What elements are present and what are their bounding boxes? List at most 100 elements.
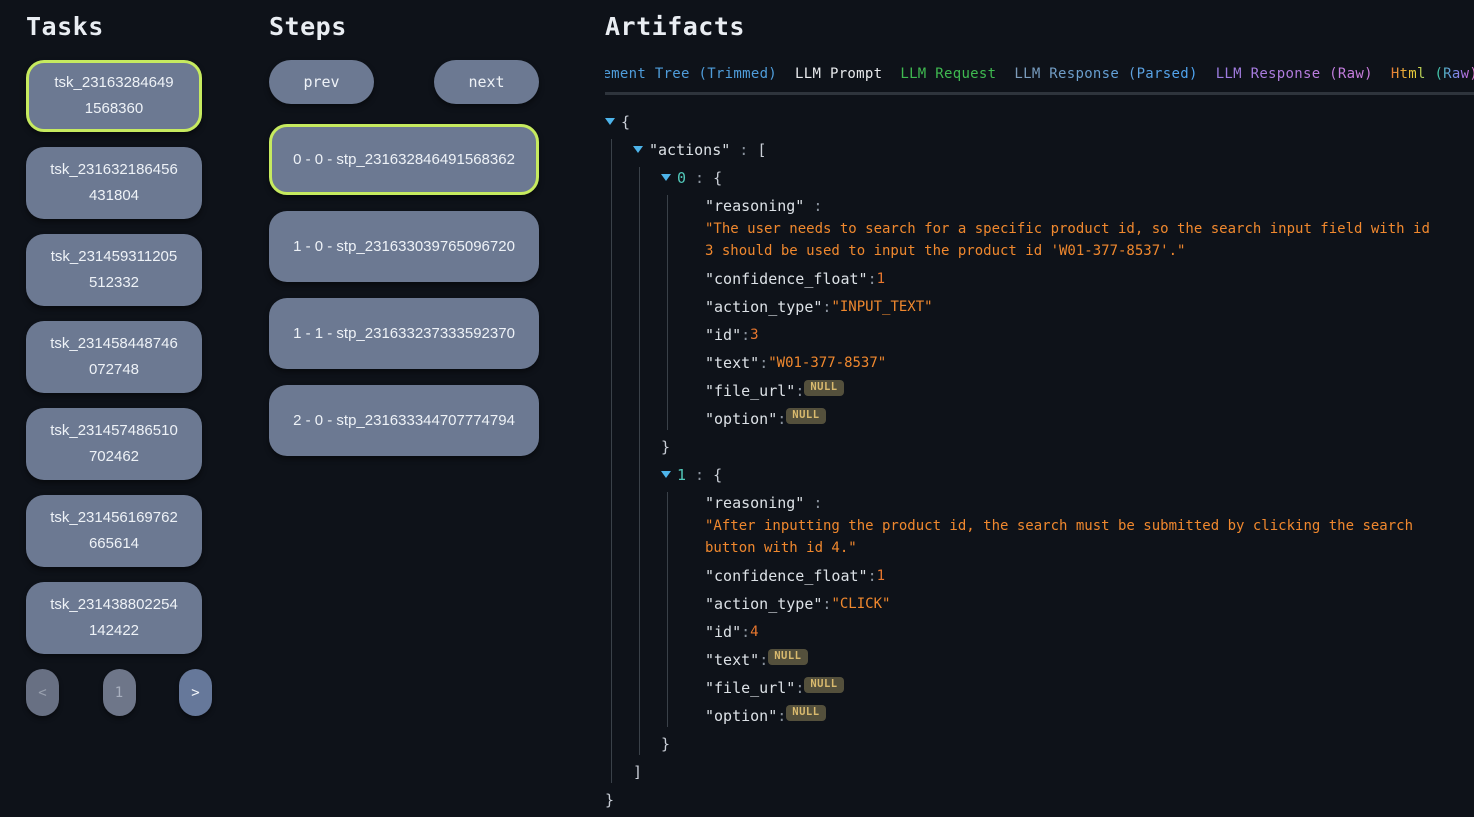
tasks-panel: Tasks tsk_231632846491568360 tsk_23163218…	[26, 0, 212, 716]
task-button[interactable]: tsk_231456169762665614	[26, 495, 202, 567]
json-closer-row: }	[661, 436, 1450, 458]
task-button[interactable]: tsk_231457486510702462	[26, 408, 202, 480]
null-badge: NULL	[786, 705, 825, 721]
json-children: 0 : { "reasoning" :"The user needs to sea…	[639, 167, 1450, 755]
tab-label: Element Tree (Trimmed)	[605, 66, 777, 82]
json-property-row: "confidence_float" : 1	[689, 565, 1450, 587]
step-button[interactable]: 1 - 0 - stp_231633039765096720	[269, 211, 539, 282]
task-id-label: tsk_231458448746072748	[32, 331, 196, 383]
task-button[interactable]: tsk_231632186456431804	[26, 147, 202, 219]
tab-label: LLM Prompt	[795, 66, 882, 82]
step-button[interactable]: 0 - 0 - stp_231632846491568362	[269, 124, 539, 195]
task-button[interactable]: tsk_231632846491568360	[26, 60, 202, 132]
pagination-next-button[interactable]: >	[179, 669, 212, 716]
json-number-value: 1	[877, 565, 885, 587]
step-id-label: 0 - 0 - stp_231632846491568362	[284, 147, 524, 173]
json-number-value: 1	[877, 268, 885, 290]
tab-label: LLM Response (Parsed)	[1014, 66, 1197, 82]
task-id-label: tsk_231459311205512332	[32, 244, 196, 296]
steps-title: Steps	[269, 12, 539, 42]
step-button[interactable]: 1 - 1 - stp_231633237333592370	[269, 298, 539, 369]
tab-llm-response-parsed[interactable]: LLM Response (Parsed)	[1014, 66, 1197, 82]
tab-label: LLM Response (Raw)	[1216, 66, 1373, 82]
null-badge: NULL	[804, 380, 843, 396]
json-opener-row: 0 : {	[661, 167, 1450, 189]
task-id-label: tsk_231457486510702462	[32, 418, 196, 470]
tab-llm-prompt[interactable]: LLM Prompt	[795, 66, 882, 82]
json-opener-row: {	[605, 111, 1450, 133]
json-property-row: "option" : NULL	[689, 705, 1450, 727]
task-button[interactable]: tsk_231438802254142422	[26, 582, 202, 654]
json-property-row: "id" : 3	[689, 324, 1450, 346]
pagination-page-button[interactable]: 1	[103, 669, 136, 716]
json-opener-row: "actions" : [	[633, 139, 1450, 161]
json-string-value: "W01-377-8537"	[768, 352, 886, 374]
collapse-arrow-icon[interactable]	[661, 167, 677, 181]
json-property-row: "file_url" : NULL	[689, 677, 1450, 699]
tab-html-raw[interactable]: Html (Raw)	[1391, 66, 1474, 82]
pagination: < 1 >	[26, 669, 212, 716]
task-button[interactable]: tsk_231459311205512332	[26, 234, 202, 306]
json-tree-viewer: { "actions" : [ 0 : { "reasoning" :"The use…	[605, 111, 1450, 811]
json-closer-row: }	[661, 733, 1450, 755]
active-tab-underline	[1014, 92, 1197, 95]
pagination-prev-button[interactable]: <	[26, 669, 59, 716]
collapse-arrow-icon[interactable]	[633, 139, 649, 153]
next-step-button[interactable]: next	[434, 60, 539, 104]
tab-label: Html (Raw)	[1391, 66, 1474, 82]
json-string-value: "After inputting the product id, the sea…	[705, 515, 1445, 559]
json-node: 0 : { "reasoning" :"The user needs to sea…	[661, 167, 1450, 458]
artifacts-panel: Artifacts Element Tree (Trimmed) LLM Prom…	[605, 0, 1474, 817]
tab-label: LLM Request	[900, 66, 996, 82]
artifacts-title: Artifacts	[605, 12, 1474, 42]
json-property-row: "action_type" : "INPUT_TEXT"	[689, 296, 1450, 318]
null-badge: NULL	[786, 408, 825, 424]
json-property-row: "file_url" : NULL	[689, 380, 1450, 402]
task-id-label: tsk_231632186456431804	[32, 157, 196, 209]
tab-llm-response-raw[interactable]: LLM Response (Raw)	[1216, 66, 1373, 82]
json-node: 1 : { "reasoning" :"After inputting the p…	[661, 464, 1450, 755]
json-property-row: "action_type" : "CLICK"	[689, 593, 1450, 615]
step-id-label: 2 - 0 - stp_231633344707774794	[281, 408, 527, 434]
json-property-row: "confidence_float" : 1	[689, 268, 1450, 290]
null-badge: NULL	[804, 677, 843, 693]
collapse-arrow-icon[interactable]	[605, 111, 621, 125]
json-property-row: "reasoning" :"After inputting the produc…	[689, 492, 1450, 559]
steps-panel: Steps prev next 0 - 0 - stp_231632846491…	[269, 0, 539, 472]
tasks-title: Tasks	[26, 12, 212, 42]
tab-strip: Element Tree (Trimmed) LLM Prompt LLM Requ…	[605, 66, 1474, 95]
json-number-value: 3	[750, 324, 758, 346]
json-closer-row: }	[605, 789, 1450, 811]
json-children: "actions" : [ 0 : { "reasoning" :"The user…	[611, 139, 1450, 783]
step-nav: prev next	[269, 60, 539, 104]
task-button[interactable]: tsk_231458448746072748	[26, 321, 202, 393]
json-property-row: "option" : NULL	[689, 408, 1450, 430]
collapse-arrow-icon[interactable]	[661, 464, 677, 478]
step-button[interactable]: 2 - 0 - stp_231633344707774794	[269, 385, 539, 456]
json-opener-row: 1 : {	[661, 464, 1450, 486]
tab-llm-request[interactable]: LLM Request	[900, 66, 996, 82]
json-string-value: "The user needs to search for a specific…	[705, 218, 1445, 262]
json-closer-row: ]	[633, 761, 1450, 783]
json-number-value: 4	[750, 621, 758, 643]
json-children: "reasoning" :"The user needs to search f…	[667, 195, 1450, 430]
task-id-label: tsk_231438802254142422	[32, 592, 196, 644]
step-list: 0 - 0 - stp_231632846491568362 1 - 0 - st…	[269, 124, 539, 456]
task-list: tsk_231632846491568360 tsk_23163218645643…	[26, 60, 212, 654]
json-property-row: "reasoning" :"The user needs to search f…	[689, 195, 1450, 262]
task-id-label: tsk_231456169762665614	[32, 505, 196, 557]
json-string-value: "CLICK"	[831, 593, 890, 615]
json-string-value: "INPUT_TEXT"	[831, 296, 932, 318]
task-id-label: tsk_231632846491568360	[35, 70, 193, 122]
json-node: { "actions" : [ 0 : { "reasoning" :"The use…	[605, 111, 1450, 811]
null-badge: NULL	[768, 649, 807, 665]
json-property-row: "id" : 4	[689, 621, 1450, 643]
step-id-label: 1 - 0 - stp_231633039765096720	[281, 234, 527, 260]
json-node: "actions" : [ 0 : { "reasoning" :"The user…	[633, 139, 1450, 783]
tab-element-tree-trimmed[interactable]: Element Tree (Trimmed)	[605, 66, 777, 82]
json-children: "reasoning" :"After inputting the produc…	[667, 492, 1450, 727]
prev-step-button[interactable]: prev	[269, 60, 374, 104]
json-property-row: "text" : NULL	[689, 649, 1450, 671]
step-id-label: 1 - 1 - stp_231633237333592370	[281, 321, 527, 347]
json-property-row: "text" : "W01-377-8537"	[689, 352, 1450, 374]
